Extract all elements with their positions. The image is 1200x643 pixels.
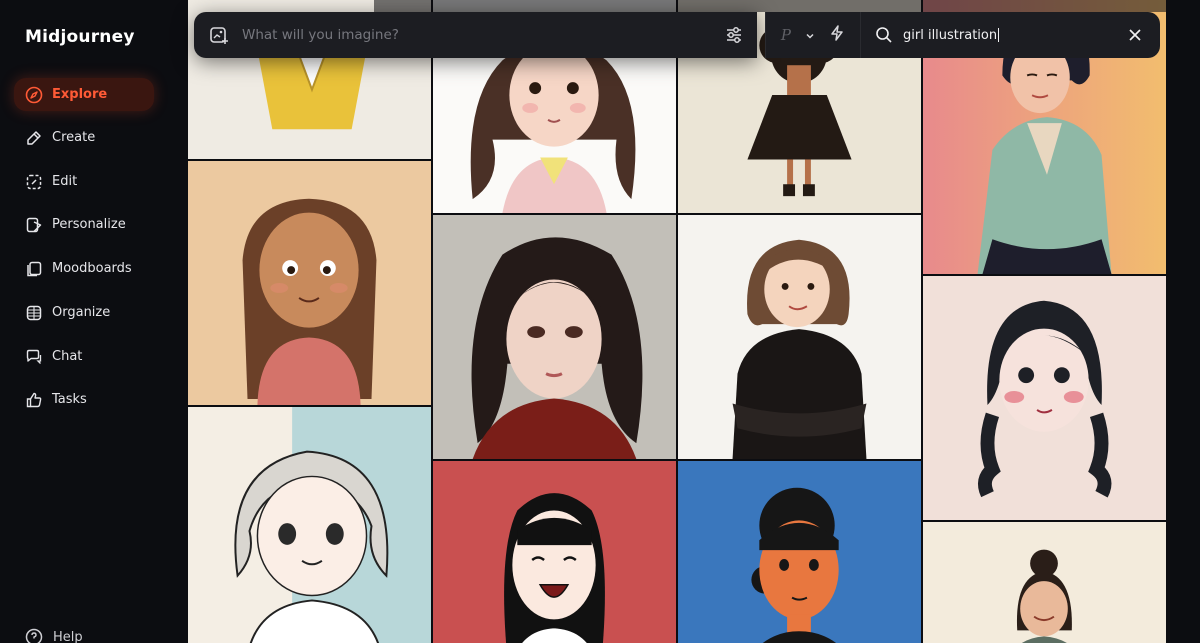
grid-icon xyxy=(25,304,43,322)
chat-icon xyxy=(25,348,43,366)
personalize-icon xyxy=(25,216,43,234)
app-root: Midjourney Explore Create Edit Personali… xyxy=(0,0,1200,643)
gallery-image-girl-silver-hair[interactable] xyxy=(187,406,432,643)
sidebar-item-label: Moodboards xyxy=(52,261,132,276)
chevron-down-icon[interactable] xyxy=(805,26,815,45)
mode-controls: P xyxy=(765,12,861,58)
search-bar: girl illustration xyxy=(860,12,1160,58)
personalize-toggle[interactable]: P xyxy=(781,26,791,44)
right-edge-gutter xyxy=(1167,0,1200,643)
top-fade-overlay xyxy=(374,0,1167,12)
edit-frame-icon xyxy=(25,173,43,191)
imagine-prompt-input[interactable]: What will you imagine? xyxy=(242,27,723,43)
thumbs-up-icon xyxy=(25,391,43,409)
explore-gallery xyxy=(187,0,1167,643)
text-caret xyxy=(998,28,1000,42)
gallery-image-girl-blue-background[interactable] xyxy=(677,460,922,643)
lightning-icon[interactable] xyxy=(828,24,846,46)
help-icon xyxy=(25,628,43,643)
sidebar-item-edit[interactable]: Edit xyxy=(14,165,154,198)
compass-icon xyxy=(25,86,43,104)
gallery-image-girl-braids[interactable] xyxy=(922,275,1167,521)
brush-icon xyxy=(25,129,43,147)
close-icon[interactable] xyxy=(1127,27,1143,43)
search-query: girl illustration xyxy=(903,27,998,43)
gallery-image-girl-pink-sweater[interactable] xyxy=(187,160,432,406)
app-logo[interactable]: Midjourney xyxy=(25,27,135,47)
sidebar-item-chat[interactable]: Chat xyxy=(14,340,154,373)
sidebar-item-label: Organize xyxy=(52,305,111,320)
sidebar-item-explore[interactable]: Explore xyxy=(14,78,154,111)
gallery-image-girl-laughing[interactable] xyxy=(432,460,677,643)
sidebar-item-organize[interactable]: Organize xyxy=(14,296,154,329)
search-icon xyxy=(875,26,893,44)
sidebar-item-create[interactable]: Create xyxy=(14,121,154,154)
sidebar-item-tasks[interactable]: Tasks xyxy=(14,383,154,416)
imagine-prompt-bar: What will you imagine? xyxy=(194,12,757,58)
help-label: Help xyxy=(53,629,83,643)
sidebar-item-moodboards[interactable]: Moodboards xyxy=(14,252,154,285)
sidebar-item-label: Create xyxy=(52,130,96,145)
settings-sliders-icon[interactable] xyxy=(723,24,745,46)
gallery-image-girl-dark-hair-realistic[interactable] xyxy=(432,214,677,460)
sidebar-item-label: Edit xyxy=(52,174,78,189)
sidebar-item-label: Tasks xyxy=(52,392,87,407)
sidebar-item-personalize[interactable]: Personalize xyxy=(14,208,154,241)
search-input[interactable]: girl illustration xyxy=(903,28,1127,43)
sidebar: Midjourney Explore Create Edit Personali… xyxy=(0,0,187,643)
gallery-image-girl-bun-smile[interactable] xyxy=(922,521,1167,643)
sidebar-item-label: Personalize xyxy=(52,217,126,232)
add-image-icon[interactable] xyxy=(208,24,230,46)
moodboard-icon xyxy=(25,260,43,278)
help-link[interactable]: Help xyxy=(25,628,83,643)
gallery-image-girl-bob-crossed-arms[interactable] xyxy=(677,214,922,460)
sidebar-item-label: Explore xyxy=(52,87,108,102)
sidebar-item-label: Chat xyxy=(52,349,83,364)
